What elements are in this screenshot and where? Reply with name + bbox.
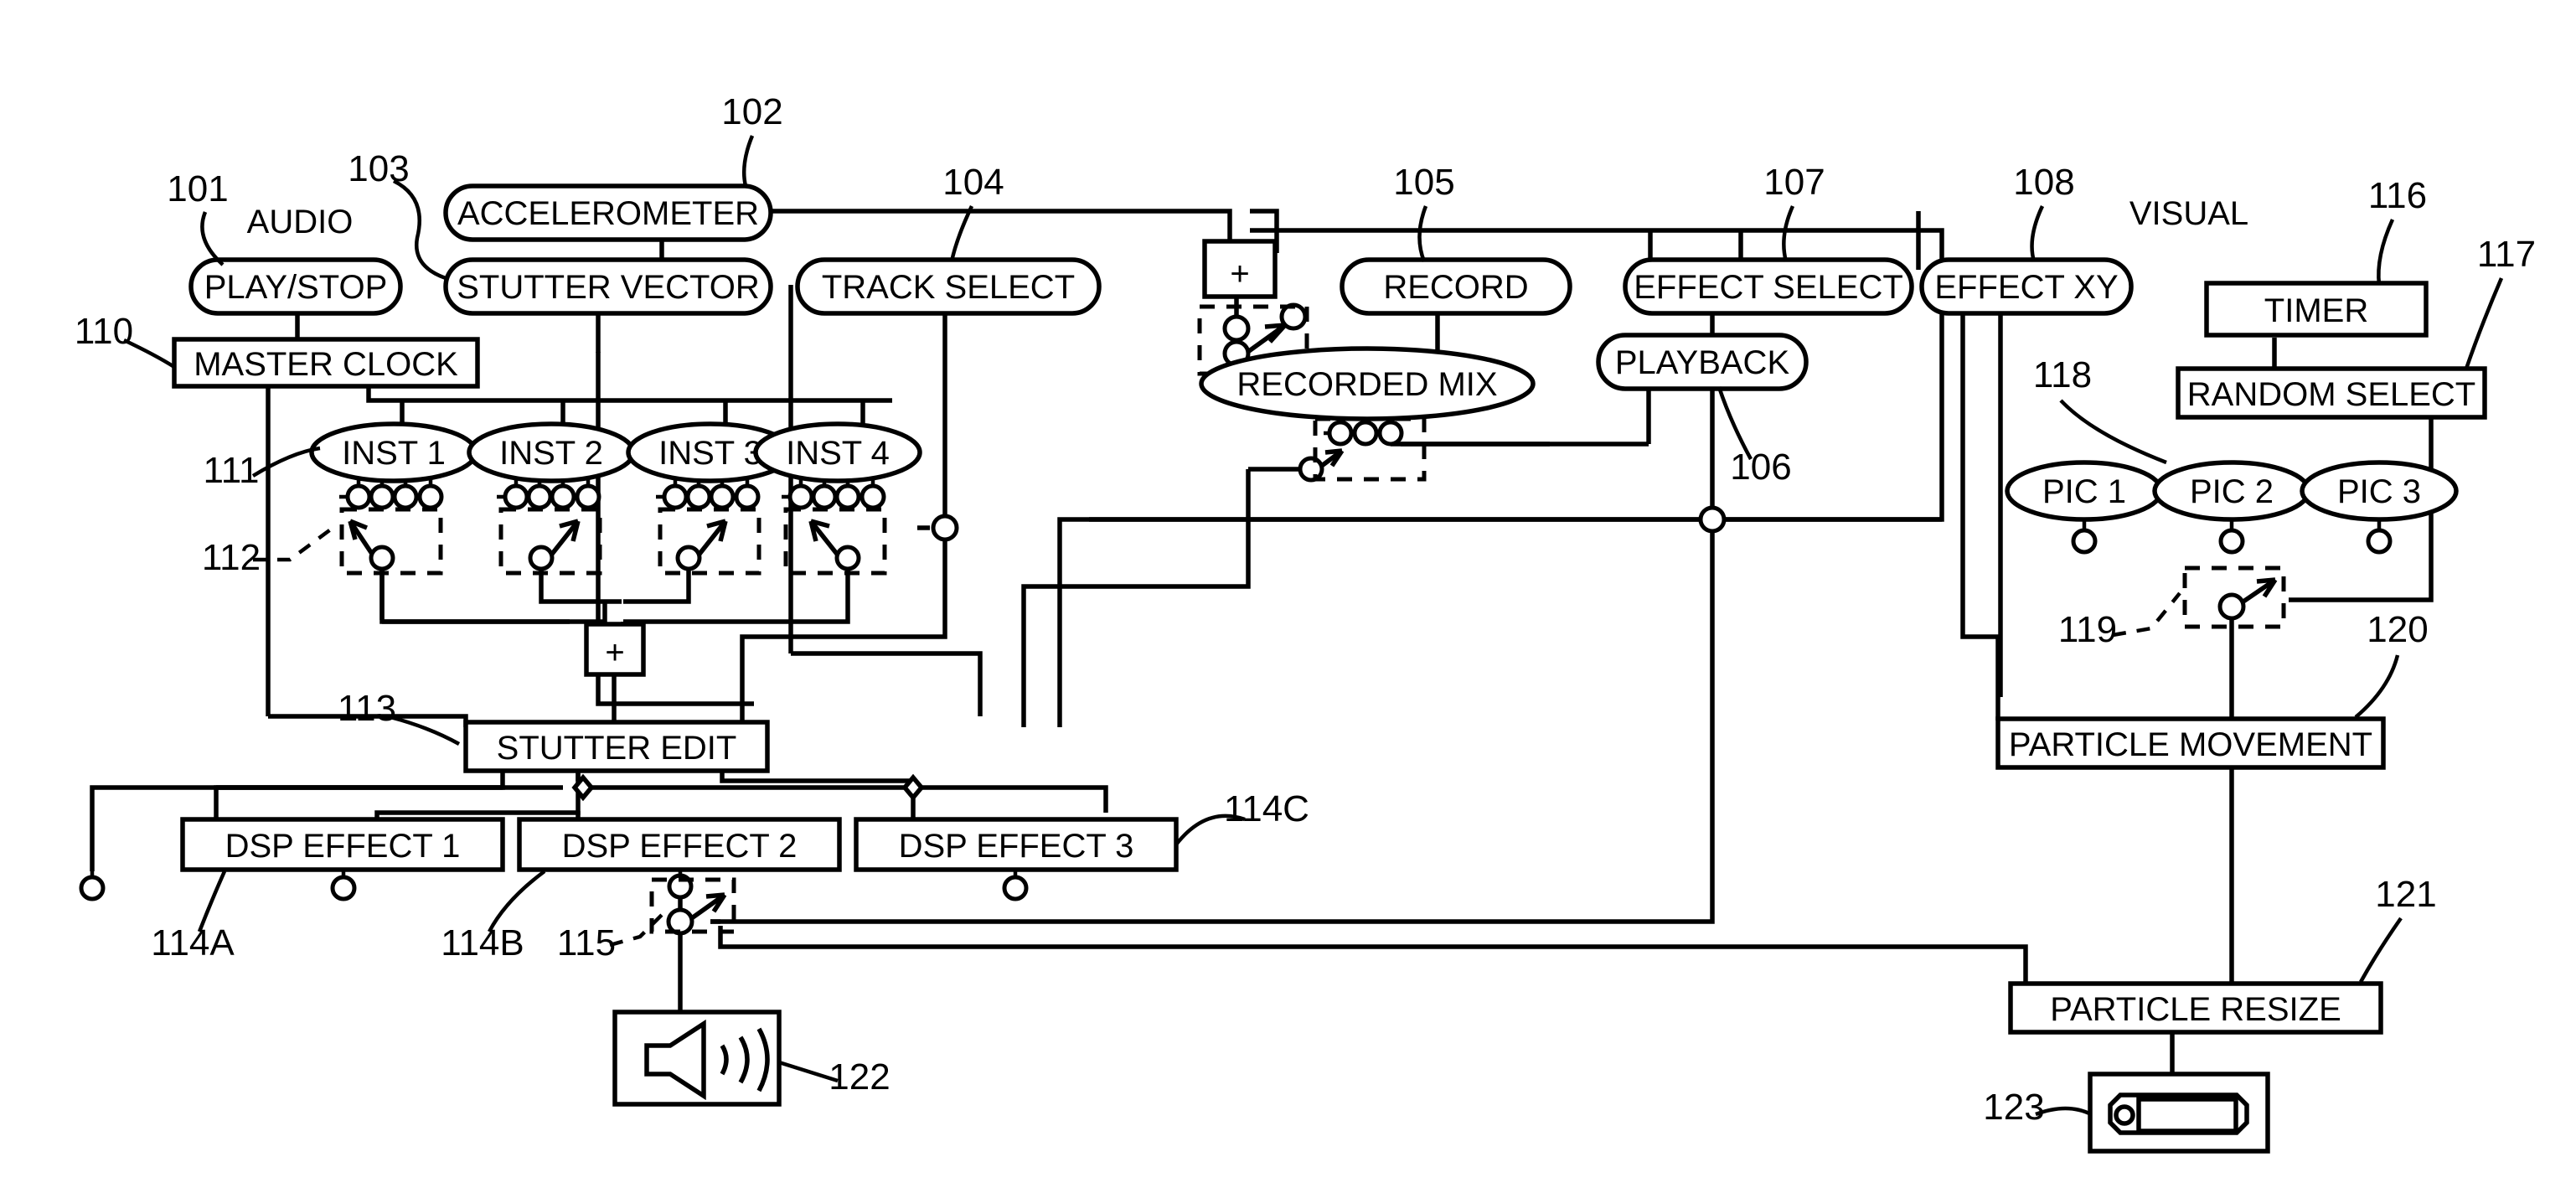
node-dsp-effect-2: DSP EFFECT 2 bbox=[517, 817, 842, 872]
ref-104: 104 bbox=[942, 162, 1004, 203]
node-label-inst-1: INST 1 bbox=[342, 435, 446, 472]
ref-121: 121 bbox=[2375, 874, 2436, 915]
node-play-stop[interactable]: PLAY/STOP bbox=[188, 257, 403, 316]
ref-113: 113 bbox=[338, 688, 396, 729]
node-sum-mix: + bbox=[1202, 239, 1278, 299]
ref-118: 118 bbox=[2033, 354, 2092, 395]
node-label-random-select: RANDOM SELECT bbox=[2187, 376, 2476, 413]
ref-101: 101 bbox=[167, 168, 228, 209]
node-label-inst-2: INST 2 bbox=[499, 435, 603, 472]
node-label-stutter-vector: STUTTER VECTOR bbox=[457, 269, 760, 306]
node-label-track-select: TRACK SELECT bbox=[822, 269, 1075, 306]
node-label-sum-mix: + bbox=[1230, 256, 1249, 292]
node-record[interactable]: RECORD bbox=[1340, 257, 1572, 316]
ref-111: 111 bbox=[204, 450, 260, 491]
node-pic-2: PIC 2 bbox=[2152, 460, 2311, 522]
ref-117: 117 bbox=[2477, 234, 2536, 275]
node-particle-resize: PARTICLE RESIZE bbox=[2008, 981, 2383, 1035]
node-playback[interactable]: PLAYBACK bbox=[1596, 333, 1809, 391]
ref-102: 102 bbox=[721, 91, 782, 132]
node-label-effect-select: EFFECT SELECT bbox=[1634, 269, 1903, 306]
ref-114A: 114A bbox=[151, 922, 235, 963]
display-device bbox=[2088, 1072, 2270, 1154]
ref-110: 110 bbox=[75, 311, 133, 352]
node-label-particle-resize: PARTICLE RESIZE bbox=[2050, 991, 2341, 1028]
node-label-particle-movement: PARTICLE MOVEMENT bbox=[2009, 726, 2372, 763]
ref-120: 120 bbox=[2367, 609, 2428, 650]
node-track-select[interactable]: TRACK SELECT bbox=[795, 257, 1102, 316]
node-inst-1: INST 1 bbox=[309, 421, 478, 483]
node-label-master-clock: MASTER CLOCK bbox=[194, 346, 458, 383]
node-particle-movement: PARTICLE MOVEMENT bbox=[1995, 716, 2386, 770]
speaker-device bbox=[612, 1010, 782, 1107]
node-label-stutter-edit: STUTTER EDIT bbox=[497, 730, 737, 767]
ref-108: 108 bbox=[2013, 162, 2074, 203]
node-effect-select[interactable]: EFFECT SELECT bbox=[1623, 257, 1914, 316]
node-label-effect-xy: EFFECT XY bbox=[1934, 269, 2118, 306]
ref-115: 115 bbox=[557, 922, 616, 963]
node-pic-1: PIC 1 bbox=[2005, 460, 2164, 522]
node-stutter-edit: STUTTER EDIT bbox=[463, 720, 770, 773]
ref-123: 123 bbox=[1983, 1087, 2044, 1128]
node-stutter-vector[interactable]: STUTTER VECTOR bbox=[443, 257, 773, 316]
node-dsp-effect-1: DSP EFFECT 1 bbox=[180, 817, 505, 872]
node-accelerometer[interactable]: ACCELEROMETER bbox=[443, 183, 773, 242]
node-inst-4: INST 4 bbox=[753, 421, 922, 483]
ref-122: 122 bbox=[829, 1056, 890, 1098]
node-label-recorded-mix: RECORDED MIX bbox=[1236, 366, 1497, 403]
node-label-record: RECORD bbox=[1383, 269, 1528, 306]
reference-numerals: 101 102 103 104 105 106 107 108 110 111 … bbox=[75, 91, 2536, 1128]
node-inst-2: INST 2 bbox=[467, 421, 636, 483]
patent-figure: PLAY/STOP ACCELEROMETER STUTTER VECTOR T… bbox=[0, 0, 2576, 1188]
node-label-accelerometer: ACCELEROMETER bbox=[457, 195, 759, 232]
section-label-visual: VISUAL bbox=[2129, 195, 2248, 232]
node-label-pic-1: PIC 1 bbox=[2042, 473, 2126, 510]
node-random-select: RANDOM SELECT bbox=[2176, 366, 2487, 420]
node-sum-inst: + bbox=[584, 622, 646, 677]
node-pic-3: PIC 3 bbox=[2300, 460, 2459, 522]
ref-105: 105 bbox=[1393, 162, 1454, 203]
node-label-sum-inst: + bbox=[605, 634, 624, 671]
node-master-clock: MASTER CLOCK bbox=[172, 337, 480, 389]
node-recorded-mix: RECORDED MIX bbox=[1199, 346, 1536, 421]
ref-116: 116 bbox=[2368, 175, 2427, 216]
node-label-pic-3: PIC 3 bbox=[2337, 473, 2421, 510]
node-label-pic-2: PIC 2 bbox=[2190, 473, 2274, 510]
ref-114B: 114B bbox=[441, 922, 524, 963]
node-effect-xy[interactable]: EFFECT XY bbox=[1919, 257, 2134, 316]
node-label-dsp-effect-1: DSP EFFECT 1 bbox=[225, 828, 461, 865]
node-label-timer: TIMER bbox=[2264, 292, 2368, 329]
node-label-dsp-effect-3: DSP EFFECT 3 bbox=[899, 828, 1134, 865]
node-label-inst-3: INST 3 bbox=[658, 435, 762, 472]
node-label-dsp-effect-2: DSP EFFECT 2 bbox=[562, 828, 798, 865]
ref-107: 107 bbox=[1763, 162, 1825, 203]
node-dsp-effect-3: DSP EFFECT 3 bbox=[854, 817, 1179, 872]
node-timer: TIMER bbox=[2204, 281, 2429, 338]
node-label-play-stop: PLAY/STOP bbox=[204, 269, 388, 306]
ref-106: 106 bbox=[1730, 447, 1791, 488]
ref-114C: 114C bbox=[1224, 788, 1309, 829]
node-label-inst-4: INST 4 bbox=[786, 435, 890, 472]
node-label-playback: PLAYBACK bbox=[1615, 344, 1790, 381]
section-label-audio: AUDIO bbox=[247, 204, 354, 240]
ref-112: 112 bbox=[202, 537, 261, 578]
ref-119: 119 bbox=[2058, 609, 2117, 650]
